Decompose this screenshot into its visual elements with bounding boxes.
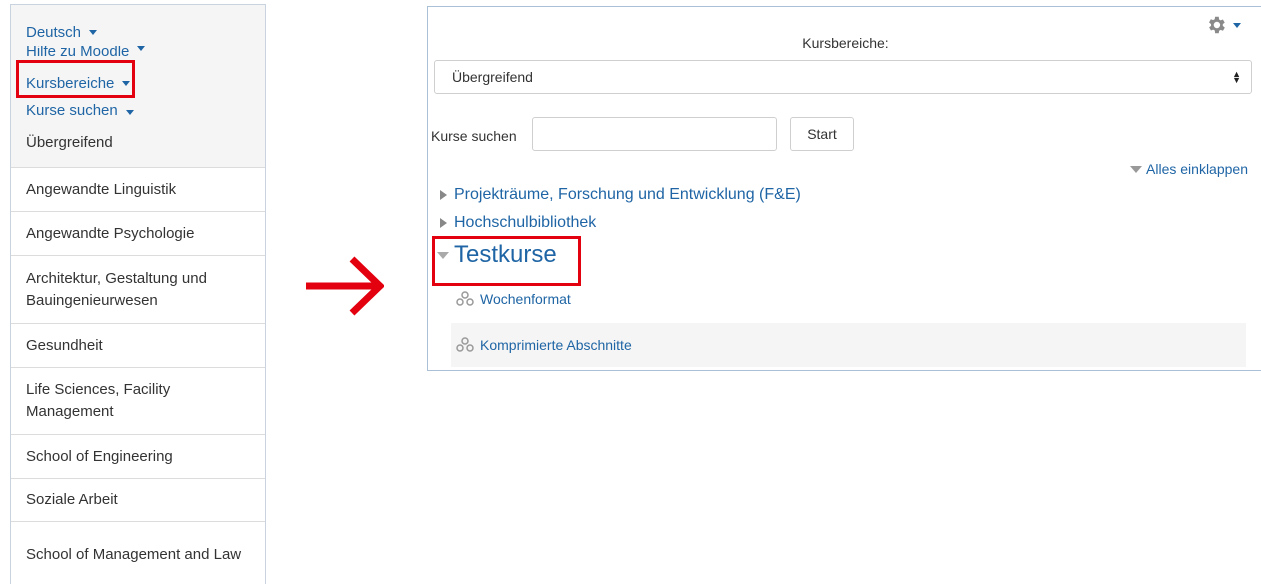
course-link[interactable]: Komprimierte Abschnitte xyxy=(480,337,632,353)
category-item[interactable]: Architektur, Gestaltung und Bauingenieur… xyxy=(11,256,265,324)
search-courses-input[interactable] xyxy=(532,117,777,151)
category-item[interactable]: School of Management and Law xyxy=(11,522,265,588)
arrow-right-icon xyxy=(306,256,384,316)
chevron-down-icon xyxy=(125,110,134,115)
help-menu[interactable]: Hilfe zu Moodle xyxy=(26,46,146,60)
course-areas-select[interactable]: Übergreifend ▲ ▼ xyxy=(434,60,1252,94)
chevron-down-icon xyxy=(137,46,146,51)
category-item[interactable]: Übergreifend xyxy=(11,119,265,168)
start-button[interactable]: Start xyxy=(790,117,854,151)
course-link[interactable]: Wochenformat xyxy=(480,291,571,307)
gear-icon xyxy=(1209,16,1225,34)
language-menu[interactable]: Deutsch xyxy=(26,24,98,41)
triangle-right-icon xyxy=(440,218,447,228)
triangle-down-icon xyxy=(1130,165,1143,173)
select-value: Übergreifend xyxy=(452,69,533,85)
nav-header: Deutsch Hilfe zu Moodle Kursbereiche Kur… xyxy=(11,5,265,120)
category-projektraeume[interactable]: Projekträume, Forschung und Entwicklung … xyxy=(440,186,801,204)
search-courses-label: Kurse suchen xyxy=(431,128,517,144)
category-hochschulbibliothek[interactable]: Hochschulbibliothek xyxy=(440,214,596,232)
category-item[interactable]: Angewandte Linguistik xyxy=(11,168,265,212)
course-icon xyxy=(456,291,474,306)
search-courses-label: Kurse suchen xyxy=(26,102,118,115)
course-item[interactable]: Wochenformat xyxy=(451,277,1246,321)
category-label: Hochschulbibliothek xyxy=(454,214,597,231)
help-label: Hilfe zu Moodle xyxy=(26,46,130,60)
search-courses-menu[interactable]: Kurse suchen xyxy=(26,99,134,115)
collapse-all-link[interactable]: Alles einklappen xyxy=(1130,161,1248,177)
category-item[interactable]: Angewandte Psychologie xyxy=(11,212,265,256)
left-navigation-panel: Deutsch Hilfe zu Moodle Kursbereiche Kur… xyxy=(10,4,266,584)
language-label: Deutsch xyxy=(26,24,82,41)
highlight-box-kursbereiche xyxy=(16,60,135,98)
category-item[interactable]: Life Sciences, Facility Management xyxy=(11,368,265,435)
course-areas-select-label: Kursbereiche: xyxy=(802,35,889,51)
select-arrows-icon: ▲ ▼ xyxy=(1232,69,1241,85)
course-icon xyxy=(456,337,474,352)
triangle-right-icon xyxy=(440,190,447,200)
chevron-down-icon xyxy=(1233,22,1241,28)
settings-menu[interactable] xyxy=(1205,14,1241,36)
category-item[interactable]: Soziale Arbeit xyxy=(11,479,265,522)
category-item[interactable]: Gesundheit xyxy=(11,324,265,368)
category-label: Projekträume, Forschung und Entwicklung … xyxy=(454,186,801,203)
chevron-down-icon xyxy=(89,30,98,35)
category-item[interactable]: School of Engineering xyxy=(11,435,265,479)
course-item[interactable]: Komprimierte Abschnitte xyxy=(451,323,1246,367)
category-dropdown-list: Übergreifend Angewandte Linguistik Angew… xyxy=(11,119,265,588)
course-areas-panel: Kursbereiche: Übergreifend ▲ ▼ Kurse such… xyxy=(427,6,1261,371)
collapse-all-label: Alles einklappen xyxy=(1146,161,1248,177)
